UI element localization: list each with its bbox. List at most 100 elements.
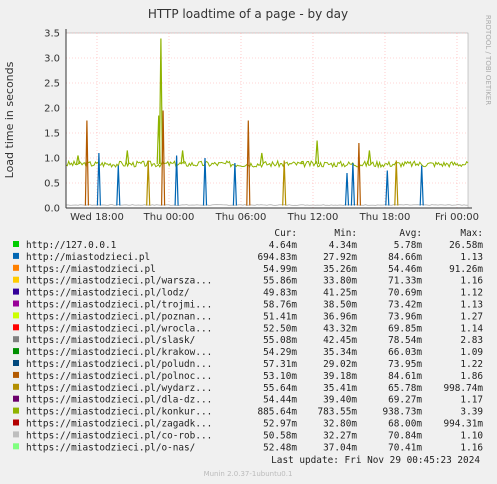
legend-value: 52.48m: [263, 442, 297, 453]
x-tick-label: Thu 18:00: [359, 212, 411, 223]
legend-header: Cur:: [274, 228, 297, 239]
legend-value: 68.00m: [388, 419, 422, 430]
legend-value: 41.25m: [323, 288, 357, 299]
legend-swatch: [13, 324, 19, 331]
legend-swatch: [13, 241, 19, 247]
legend-value: 70.69m: [388, 288, 422, 299]
last-update: Last update: Fri Nov 29 00:45:23 2024: [271, 455, 480, 466]
legend-value: 783.55m: [317, 407, 357, 418]
legend-swatch: [13, 300, 19, 307]
side-label: RRDTOOL / TOBI OETIKER: [484, 15, 492, 105]
legend-series-name: https://miastodzieci.pl/co-rob...: [26, 430, 212, 441]
legend-series-name: http://miastodzieci.pl: [26, 252, 150, 263]
legend-value: 66.03m: [388, 347, 422, 358]
munin-version: Munin 2.0.37-1ubuntu0.1: [204, 470, 293, 478]
legend-swatch: [13, 371, 19, 378]
legend-value: 1.16: [460, 442, 483, 453]
legend-value: 885.64m: [257, 407, 297, 418]
legend-series-name: https://miastodzieci.pl/polnoc...: [26, 371, 212, 382]
y-tick-label: 0.0: [44, 204, 60, 215]
legend-value: 36.96m: [323, 311, 357, 322]
legend-value: 84.61m: [388, 371, 422, 382]
legend-series-name: https://miastodzieci.pl/wydarz...: [26, 383, 212, 394]
legend-value: 55.64m: [263, 383, 297, 394]
legend-value: 84.66m: [388, 252, 422, 263]
legend-value: 33.80m: [323, 276, 357, 287]
legend-series-name: https://miastodzieci.pl/zagadk...: [26, 419, 212, 430]
legend-series-name: https://miastodzieci.pl/warsza...: [26, 276, 212, 287]
legend-series-name: https://miastodzieci.pl: [26, 264, 156, 275]
legend-value: 1.27: [460, 311, 483, 322]
legend: Cur: Min: Avg: Max: http://127.0.0.1 4.64m 4.3…: [13, 228, 483, 453]
legend-value: 2.83: [460, 335, 483, 346]
legend-value: 52.50m: [263, 323, 297, 334]
legend-swatch: [13, 252, 19, 259]
legend-series-name: https://miastodzieci.pl/trojmi...: [26, 300, 212, 311]
legend-series-name: https://miastodzieci.pl/o-nas/: [26, 442, 195, 453]
legend-value: 37.04m: [323, 442, 357, 453]
legend-value: 91.26m: [449, 264, 483, 275]
legend-value: 65.78m: [388, 383, 422, 394]
legend-series-name: https://miastodzieci.pl/konkur...: [26, 407, 212, 418]
legend-value: 54.46m: [388, 264, 422, 275]
legend-value: 1.14: [460, 323, 483, 334]
legend-value: 1.13: [460, 300, 483, 311]
legend-value: 1.16: [460, 276, 483, 287]
legend-value: 58.76m: [263, 300, 297, 311]
legend-header: Avg:: [399, 228, 422, 239]
legend-series-name: https://miastodzieci.pl/poludn...: [26, 359, 212, 370]
legend-value: 55.08m: [263, 335, 297, 346]
legend-value: 54.44m: [263, 395, 297, 406]
legend-swatch: [13, 336, 19, 343]
legend-series-name: https://miastodzieci.pl/dla-dz...: [26, 395, 212, 406]
legend-value: 39.18m: [323, 371, 357, 382]
legend-value: 35.34m: [323, 347, 357, 358]
legend-series-name: https://miastodzieci.pl/lodz/: [26, 288, 190, 299]
legend-series-name: https://miastodzieci.pl/poznan...: [26, 311, 212, 322]
legend-value: 71.33m: [388, 276, 422, 287]
legend-value: 42.45m: [323, 335, 357, 346]
legend-value: 54.99m: [263, 264, 297, 275]
legend-header: Max:: [460, 228, 483, 239]
legend-series-name: https://miastodzieci.pl/slask/: [26, 335, 195, 346]
legend-value: 39.40m: [323, 395, 357, 406]
legend-value: 51.41m: [263, 311, 297, 322]
legend-swatch: [13, 431, 19, 438]
legend-value: 29.02m: [323, 359, 357, 370]
munin-chart: HTTP loadtime of a page - by day Load ti…: [3, 7, 492, 478]
legend-value: 3.39: [460, 407, 483, 418]
legend-value: 998.74m: [443, 383, 483, 394]
y-tick-label: 2.0: [44, 104, 60, 115]
legend-value: 69.85m: [388, 323, 422, 334]
legend-value: 35.26m: [323, 264, 357, 275]
legend-value: 73.42m: [388, 300, 422, 311]
legend-value: 55.86m: [263, 276, 297, 287]
legend-value: 32.80m: [323, 419, 357, 430]
legend-swatch: [13, 419, 19, 426]
legend-swatch: [13, 443, 19, 450]
legend-value: 1.13: [460, 252, 483, 263]
legend-value: 32.27m: [323, 430, 357, 441]
legend-value: 27.92m: [323, 252, 357, 263]
legend-value: 73.96m: [388, 311, 422, 322]
legend-swatch: [13, 276, 19, 283]
legend-swatch: [13, 264, 19, 271]
x-tick-label: Thu 06:00: [215, 212, 267, 223]
legend-value: 694.83m: [257, 252, 297, 263]
legend-value: 994.31m: [443, 419, 483, 430]
legend-value: 5.78m: [394, 240, 423, 251]
legend-value: 70.41m: [388, 442, 422, 453]
legend-swatch: [13, 348, 19, 355]
legend-value: 4.64m: [269, 240, 298, 251]
y-tick-label: 1.0: [44, 154, 60, 165]
legend-value: 53.10m: [263, 371, 297, 382]
chart-title: HTTP loadtime of a page - by day: [148, 7, 348, 21]
legend-series-name: https://miastodzieci.pl/krakow...: [26, 347, 212, 358]
legend-swatch: [13, 383, 19, 390]
legend-value: 1.17: [460, 395, 483, 406]
legend-value: 38.50m: [323, 300, 357, 311]
y-tick-label: 0.5: [44, 179, 60, 190]
y-tick-label: 1.5: [44, 129, 60, 140]
y-tick-label: 2.5: [44, 79, 60, 90]
legend-value: 35.41m: [323, 383, 357, 394]
